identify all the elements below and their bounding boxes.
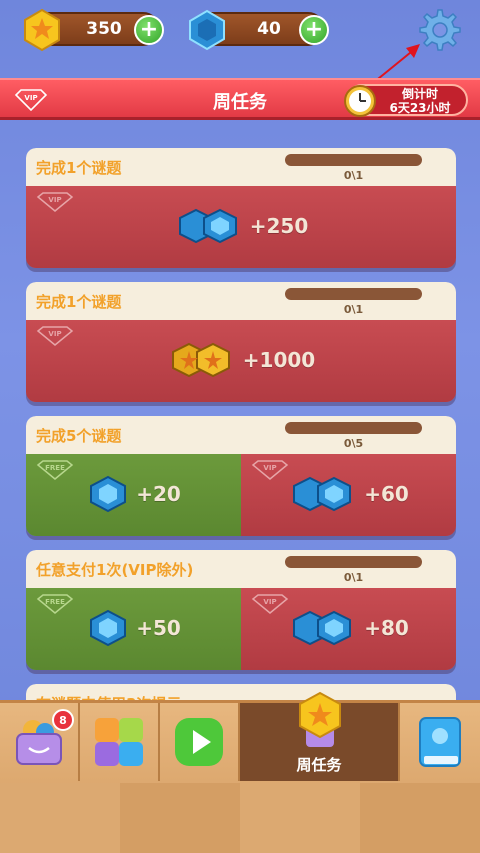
gem-balance: 40 + [189,9,329,51]
nav-gift-box[interactable]: 8 [0,703,80,781]
svg-text:FREE: FREE [45,598,65,606]
star-coin-icon [24,8,60,52]
free-reward[interactable]: FREE +50 [26,588,241,670]
star-coin-balance: 350 + [24,8,164,52]
reward-amount: +50 [136,616,181,640]
progress-text: 0\1 [343,303,364,316]
reward-amount: +20 [136,482,181,506]
add-gems-button[interactable]: + [299,15,329,45]
task-title: 完成5个谜题 [36,427,122,445]
nav-play[interactable] [160,703,240,781]
star-medal-icon [299,691,341,747]
task-card: 任意支付1次(VIP除外) 0\1 FREE +50 VIP +80 [26,550,456,670]
vip-reward[interactable]: VIP +250 [26,186,456,268]
progress-text: 0\1 [343,169,364,182]
settings-gear-icon[interactable] [414,6,462,54]
progress-bar [285,556,422,568]
notification-badge: 8 [52,709,74,731]
reward-amount: +250 [249,214,309,238]
countdown-value: 6天23小时 [389,101,451,115]
nav-book[interactable] [400,703,480,781]
bottom-nav: 8 周任务 [0,691,480,853]
nav-label-weekly-tasks: 周任务 [296,756,342,774]
blue-gem-icon [90,609,127,647]
task-title: 任意支付1次(VIP除外) [36,561,194,579]
svg-text:VIP: VIP [48,196,61,204]
progress-bar [285,288,422,300]
nav-puzzle[interactable] [80,703,160,781]
nav-weekly-tasks[interactable]: 周任务 [240,691,400,781]
vip-reward[interactable]: VIP +1000 [26,320,456,402]
task-title: 完成1个谜题 [36,293,122,311]
clock-icon [344,85,376,117]
play-button-icon [175,718,223,766]
double-blue-gem-icon [293,610,352,646]
svg-text:VIP: VIP [263,464,276,472]
progress-text: 0\5 [343,437,364,450]
progress-text: 0\1 [343,571,364,584]
progress-bar [285,154,422,166]
add-star-coins-button[interactable]: + [134,15,164,45]
gem-count: 40 [257,19,281,39]
double-gold-star-coin-icon [171,342,230,378]
svg-text:VIP: VIP [48,330,61,338]
task-card: 完成1个谜题 0\1 VIP +1000 [26,282,456,402]
puzzle-icon [95,718,143,766]
task-title: 完成1个谜题 [36,159,122,177]
reward-amount: +1000 [242,348,316,372]
reward-amount: +80 [364,616,409,640]
weekly-task-header: VIP 周任务 倒计时 6天23小时 [0,78,480,120]
double-blue-gem-icon [178,208,237,244]
task-card: 完成1个谜题 0\1 VIP +250 [26,148,456,268]
book-icon [419,717,461,767]
progress-bar [285,422,422,434]
svg-text:VIP: VIP [263,598,276,606]
countdown-timer: 倒计时 6天23小时 [344,84,468,117]
blue-gem-icon [90,475,127,513]
wood-floor [0,783,480,853]
vip-reward[interactable]: VIP +60 [241,454,456,536]
double-blue-gem-icon [293,476,352,512]
vip-reward[interactable]: VIP +80 [241,588,456,670]
task-card: 完成5个谜题 0\5 FREE +20 VIP +60 [26,416,456,536]
svg-text:FREE: FREE [45,464,65,472]
reward-amount: +60 [364,482,409,506]
blue-gem-icon [189,9,225,51]
star-coin-count: 350 [86,19,122,39]
free-reward[interactable]: FREE +20 [26,454,241,536]
countdown-label: 倒计时 [401,87,438,101]
